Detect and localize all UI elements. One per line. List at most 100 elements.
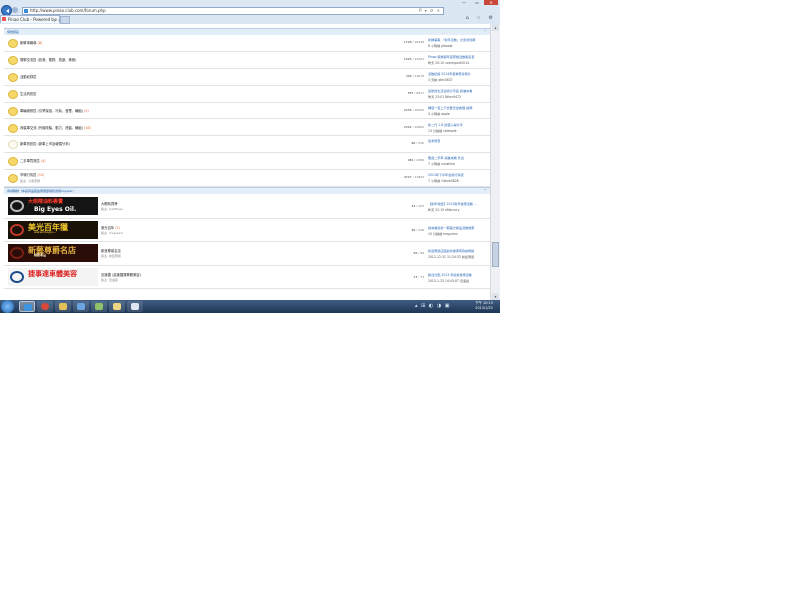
last-post-meta[interactable]: 10 分鐘前 meguiars [428,231,490,236]
scroll-down-icon[interactable]: ▾ [492,293,499,300]
collapse-icon[interactable]: ⌃ [484,188,487,194]
forum-row[interactable]: 閒聊交流區 (影音、寵物、旅遊、美食) 1425 / 23252 Pinao 俱樂部… [4,52,490,69]
sponsor-row[interactable]: 美光百年獵 www.megu... 美光百年 (1) 版主: meguiars 95 /… [4,219,490,242]
forum-row[interactable]: 市場行情區 (12) 版主: 小吳老師 4727 / 11893 2013年下半年最新… [4,170,490,188]
sponsor-name[interactable]: 新藝尊爵名店 [101,248,121,253]
sponsor-name[interactable]: 美光百年 (1) [101,225,120,230]
last-post-meta[interactable]: 昨天 20:10 voicesport2014 [428,60,490,65]
last-post-meta[interactable]: 2012-12-31 11:24:32 新藝尊爵 [428,254,490,259]
new-tab-button[interactable] [60,16,70,24]
clock[interactable]: 下午 10:13 2013/1/23 [470,301,498,311]
forum-moderator[interactable]: 版主: 小吳老師 [20,179,40,183]
last-post-meta[interactable]: 3 天前 atec0837 [428,77,490,82]
taskbar-ie[interactable] [19,301,35,312]
taskbar-folder[interactable] [109,301,125,312]
forum-row[interactable]: 二手車買賣區 (4) 481 / 2486 要賣二手車 請進來看 售出 7 小時前 s… [4,153,490,171]
taskbar-chrome[interactable] [37,301,53,312]
forum-name[interactable]: 車輛維修區 (引擎保養、冷氣、音響、輪胎) (5) [20,108,89,113]
last-post-meta[interactable]: 2013-1-23 14:43:07 迅速捷 [428,278,490,283]
toolbar-icons[interactable]: ⌂ ☆ ⚙ [466,15,496,21]
sponsor-row[interactable]: 捷事達車體美容 迅速捷 (高速捷運車體美容) 版主: 迅速捷 13 / 73 歡迎光臨 … [4,266,490,289]
last-post-title[interactable]: 【新年特價】2013新年優惠活動 ... [428,201,490,206]
url-text[interactable]: http://www.pinao.club.com/forum.php [30,8,106,14]
taskbar-media[interactable] [73,301,89,312]
forum-name[interactable]: 二手車買賣區 (4) [20,158,46,163]
start-button[interactable] [1,300,14,313]
forum-row[interactable]: 活動紀錄區 309 / 14678 活動紀錄 2014年夏季聚會照片 3 天前 ate… [4,69,490,86]
last-post-title[interactable]: 轉速一直上不去要怎麼處理 請問 [428,105,490,110]
sponsor-moderator[interactable]: 版主: pilotEyes [101,207,123,211]
last-post-title[interactable]: 要賣二手車 請進來看 售出 [428,155,490,160]
forum-title[interactable]: 生活資訊區 [20,92,36,96]
minimize-icon[interactable]: — [458,0,470,5]
forward-icon[interactable] [12,7,18,13]
address-bar[interactable]: http://www.pinao.club.com/forum.php P ▾ … [22,7,444,15]
forum-name[interactable]: 生活資訊區 [20,91,36,96]
last-post-title[interactable]: 請來看最新一期美光產品活動優惠 [428,225,490,230]
browser-tab[interactable]: Pinao Club - Powered by ... × [0,15,61,23]
last-post-title[interactable]: 最新的生活資訊分享區 請進來看 [428,88,490,93]
last-post-meta[interactable]: 昨天 22:19 kMercury [428,207,490,212]
forum-name[interactable]: 新車資訊區 (新車上市及報價分享) [20,141,70,146]
forum-row[interactable]: 車輛維修區 (引擎保養、冷氣、音響、輪胎) (5) 2235 / 18206 轉速一… [4,103,490,120]
post-count: 2486 [416,158,424,163]
last-post-title[interactable]: 新鮮事報 「新年活動」大家會到哪 [428,37,490,42]
forum-title[interactable]: 改裝車交流 (外觀改裝、動力、底盤、輪胎) [20,126,83,130]
forum-name[interactable]: 改裝車交流 (外觀改裝、動力、底盤、輪胎) (16) [20,125,91,130]
sponsor-banner[interactable]: 捷事達車體美容 [8,267,98,286]
last-post-title[interactable]: 歡迎光臨 2013 年最新優惠活動 [428,272,490,277]
sponsor-name[interactable]: 迅速捷 (高速捷運車體美容) [101,272,141,277]
forum-name[interactable]: 新鮮事報導 (6) [20,40,42,45]
sponsor-title[interactable]: 美光百年 [101,226,114,230]
sponsor-banner[interactable]: 美光百年獵 www.megu... [8,220,98,239]
forum-name[interactable]: 閒聊交流區 (影音、寵物、旅遊、美食) [20,57,76,62]
close-icon[interactable]: ✕ [484,0,498,5]
forum-row[interactable]: 新鮮事報導 (6) 1726 / 18438 新鮮事報 「新年活動」大家會到哪 8 小… [4,35,490,52]
vertical-scrollbar[interactable]: ▴ ▾ [490,24,500,300]
taskbar-explorer[interactable] [55,301,71,312]
forum-title[interactable]: 新鮮事報導 [20,41,36,45]
scroll-up-icon[interactable]: ▴ [492,24,499,31]
address-buttons[interactable]: P ▾ ⟳ × [419,8,441,14]
last-post-title[interactable]: 活動紀錄 2014年夏季聚會照片 [428,71,490,76]
sponsor-moderator[interactable]: 版主: meguiars [101,231,123,235]
forum-title[interactable]: 二手車買賣區 [20,159,40,163]
forum-row[interactable]: 改裝車交流 (外觀改裝、動力、底盤、輪胎) (16) 2301 / 19060 新二… [4,120,490,137]
forum-name[interactable]: 活動紀錄區 [20,74,36,79]
sponsor-title[interactable]: 大眼睛潤滑 [101,202,117,206]
last-post-title[interactable]: Pinao 俱樂部年度聚餐活動報名表 [428,54,490,59]
forum-title[interactable]: 閒聊交流區 (影音、寵物、旅遊、美食) [20,58,76,62]
last-post-meta[interactable]: 昨天 23:01 Niker9472 [428,94,490,99]
last-post-title[interactable]: 2013年下半年最新行情表 [428,172,490,177]
last-post-meta[interactable]: 13 分鐘前 sidewalk [428,128,490,133]
last-post-meta[interactable]: 8 小時前 pibeest [428,43,490,48]
forum-title[interactable]: 車輛維修區 (引擎保養、冷氣、音響、輪胎) [20,109,83,113]
sponsor-name[interactable]: 大眼睛潤滑 [101,201,117,206]
last-post-meta[interactable]: 7 小時前 Oolsie0828 [428,178,490,183]
last-post-meta[interactable]: 7 小時前 sunshine [428,161,490,166]
taskbar-game[interactable] [91,301,107,312]
system-tray[interactable]: ▴ ⊞ ◐ ◑ ▣ [415,303,451,309]
sponsor-title[interactable]: 新藝尊爵名店 [101,249,121,253]
forum-title[interactable]: 新車資訊區 (新車上市及報價分享) [20,142,70,146]
taskbar-window[interactable] [127,301,143,312]
sponsor-moderator[interactable]: 版主: 迅速捷 [101,278,118,282]
sponsor-banner[interactable]: 新藝尊爵名店 精緻車品 [8,244,98,262]
sponsor-row[interactable]: 大眼睛油料專賣 Big Eyes Oil. 大眼睛潤滑 版主: pilotEyes 23… [4,195,490,219]
sponsor-banner[interactable]: 大眼睛油料專賣 Big Eyes Oil. [8,197,98,215]
last-post-title[interactable]: 新藝尊爵店面最新優惠車款說明請 [428,248,490,253]
tab-close-icon[interactable]: × [55,16,58,23]
last-post-title[interactable]: 從未發表 [428,138,490,143]
maximize-icon[interactable]: ▭ [471,0,483,5]
forum-row[interactable]: 新車資訊區 (新車上市及報價分享) 66 / 530 從未發表 [4,136,490,154]
forum-title[interactable]: 市場行情區 [20,173,36,177]
forum-name[interactable]: 市場行情區 (12) [20,172,44,177]
scroll-thumb[interactable] [492,242,499,267]
last-post-title[interactable]: 新二代 1.8 改裝心得分享 [428,122,490,127]
last-post-meta[interactable]: 4 小時前 apple [428,111,490,116]
sponsor-title[interactable]: 迅速捷 (高速捷運車體美容) [101,273,141,277]
forum-row[interactable]: 生活資訊區 557 / 8017 最新的生活資訊分享區 請進來看 昨天 23:01 N… [4,86,490,103]
forum-title[interactable]: 活動紀錄區 [20,75,36,79]
sponsor-moderator[interactable]: 版主: 新藝尊爵 [101,254,121,258]
sponsor-row[interactable]: 新藝尊爵名店 精緻車品 新藝尊爵名店 版主: 新藝尊爵 56 / 98 新藝尊爵店面最新優… [4,242,490,266]
